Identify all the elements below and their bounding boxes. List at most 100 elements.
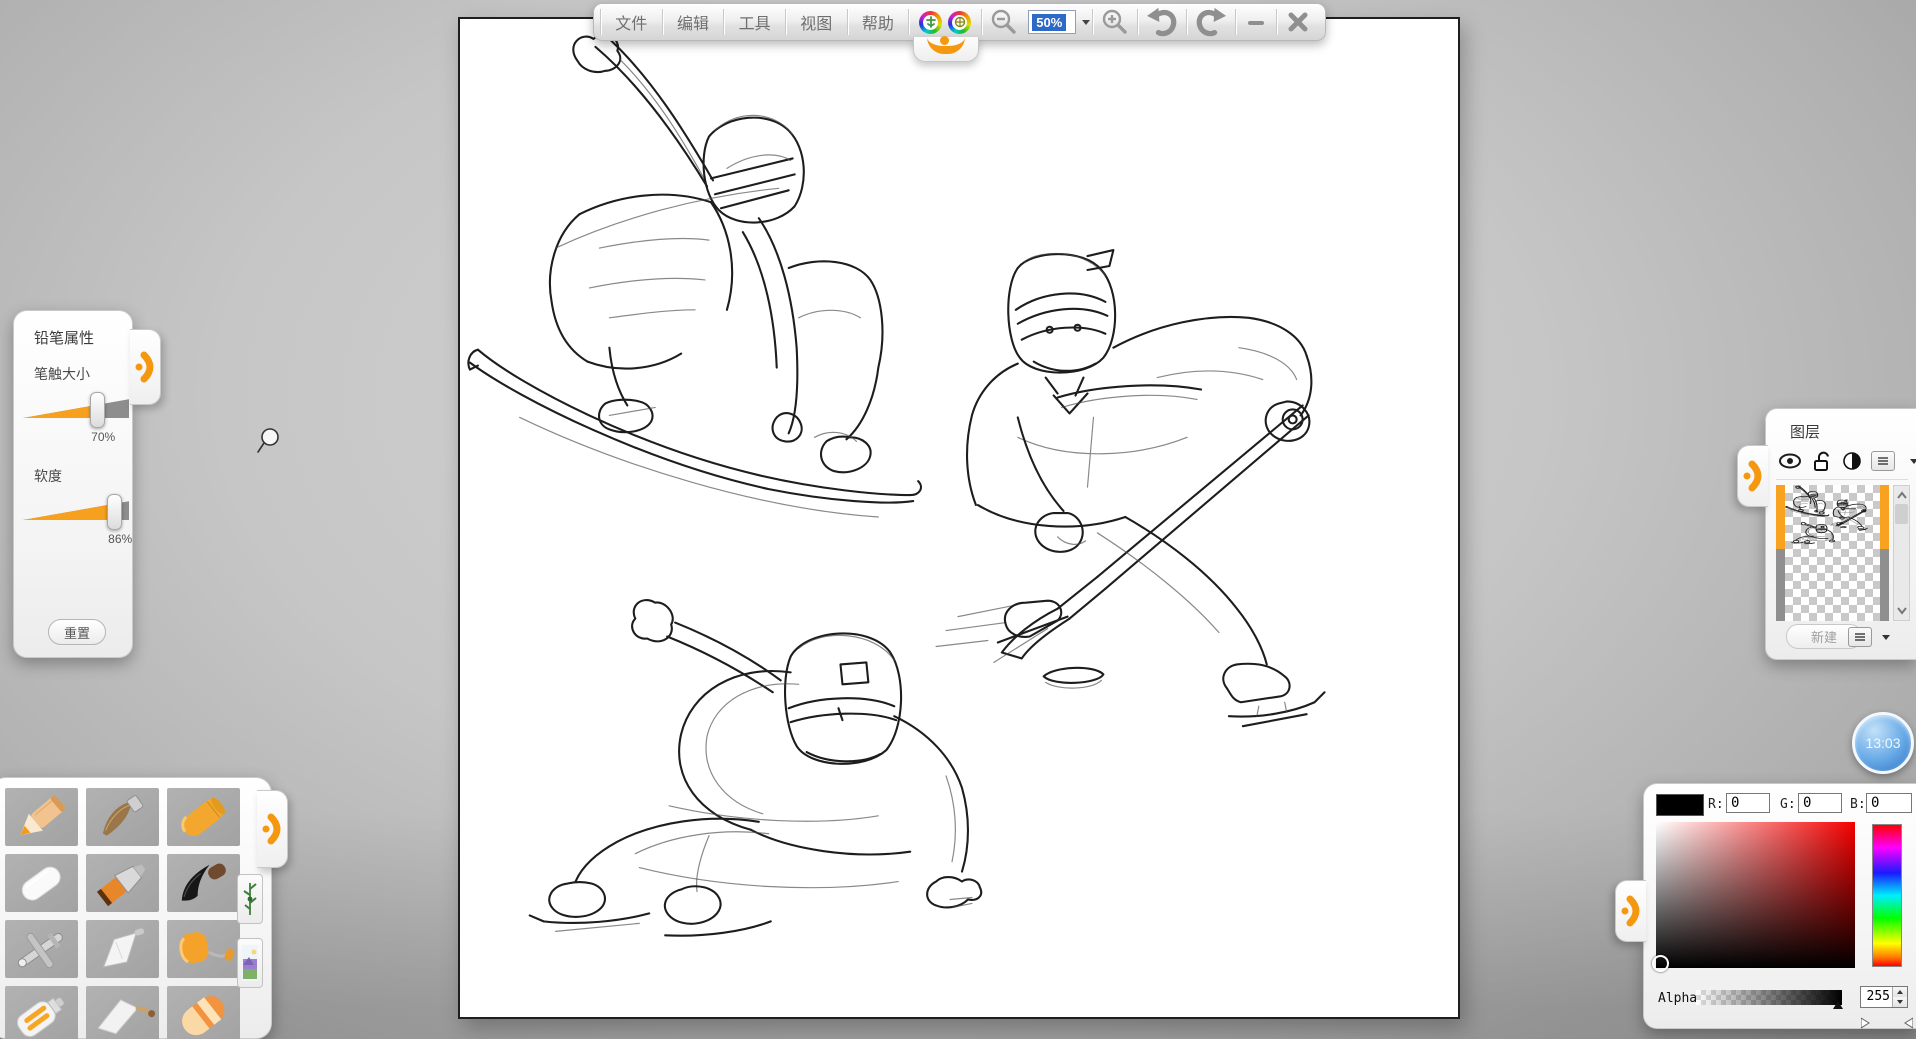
tool-airbrush[interactable] <box>5 920 78 978</box>
alpha-label: Alpha <box>1658 991 1697 1006</box>
minimize-button[interactable] <box>1236 4 1276 40</box>
pointed-brush-icon <box>91 791 155 843</box>
pencil-panel-collapse-handle[interactable] <box>130 329 161 405</box>
zoom-in-button[interactable] <box>1093 4 1137 40</box>
g-input[interactable]: 0 <box>1798 793 1842 813</box>
paint-tube-icon <box>10 989 74 1039</box>
clown-right-eye-icon <box>948 11 971 34</box>
tool-eraser[interactable] <box>167 986 240 1039</box>
palette-collapse-handle[interactable] <box>257 790 288 868</box>
minimize-icon <box>1244 10 1268 34</box>
opacity-half-icon[interactable] <box>1842 451 1862 471</box>
brush-size-slider[interactable]: 70% <box>23 392 129 426</box>
alpha-spinner: 255 <box>1860 986 1908 1008</box>
menu-view[interactable]: 视图 <box>786 10 847 34</box>
layer-item-empty[interactable] <box>1776 549 1889 621</box>
softness-slider-handle[interactable] <box>107 494 122 530</box>
menu-edit[interactable]: 编辑 <box>663 10 724 34</box>
paint-roller-icon <box>172 923 236 975</box>
zoom-level-control: 50% <box>1028 10 1090 34</box>
session-clock: 13:03 <box>1852 712 1914 774</box>
visibility-eye-icon[interactable] <box>1778 452 1802 470</box>
b-input[interactable]: 0 <box>1866 793 1912 813</box>
zoom-out-icon <box>990 8 1018 36</box>
layers-title: 图层 <box>1790 421 1820 442</box>
panel-handle-icon <box>1742 456 1764 496</box>
close-button[interactable] <box>1277 4 1319 40</box>
tool-flat-brush[interactable] <box>86 854 159 912</box>
layer-list-menu-caret[interactable] <box>1882 635 1890 640</box>
main-toolbar: 文件 编辑 工具 视图 帮助 <box>593 3 1326 41</box>
tool-palette-knife[interactable] <box>86 920 159 978</box>
tool-pointed-brush[interactable] <box>86 788 159 846</box>
airbrush-icon <box>10 923 74 975</box>
close-icon <box>1285 9 1311 35</box>
brush-size-slider-handle[interactable] <box>90 392 105 428</box>
menu-lines-icon <box>1854 632 1866 642</box>
alpha-slider[interactable] <box>1696 990 1842 1005</box>
chevron-down-icon <box>1896 607 1908 615</box>
alpha-increment-button[interactable] <box>1893 987 1907 997</box>
hue-marker-left[interactable] <box>1861 1017 1870 1029</box>
chevron-up-icon <box>1896 491 1908 499</box>
plant-brush-button[interactable] <box>237 874 263 924</box>
eraser-icon <box>172 989 236 1039</box>
menu-lines-icon <box>1877 456 1889 466</box>
layers-panel-collapse-handle[interactable] <box>1737 445 1768 507</box>
drawing-canvas[interactable] <box>458 17 1460 1019</box>
menu-tools[interactable]: 工具 <box>724 10 785 34</box>
sv-cursor[interactable] <box>1652 955 1669 972</box>
zoom-out-button[interactable] <box>982 4 1026 40</box>
redo-button[interactable] <box>1187 4 1235 40</box>
tool-grid <box>5 788 240 1039</box>
pencil-icon <box>10 791 74 843</box>
image-stamp-button[interactable] <box>237 938 263 988</box>
tool-crayon[interactable] <box>167 788 240 846</box>
tool-ink-brush[interactable] <box>167 854 240 912</box>
layer-menu-caret[interactable] <box>1910 459 1916 464</box>
alpha-value[interactable]: 255 <box>1861 987 1892 1007</box>
app-logo-clown[interactable] <box>909 4 981 40</box>
hue-marker-right[interactable] <box>1904 1017 1913 1029</box>
scroll-up-button[interactable] <box>1894 486 1909 504</box>
crayon-icon <box>172 791 236 843</box>
layer-scrollbar[interactable] <box>1893 485 1910 621</box>
calligraphy-brush-icon <box>91 989 155 1039</box>
palette-knife-icon <box>91 923 155 975</box>
scroll-down-button[interactable] <box>1894 602 1909 620</box>
menu-help[interactable]: 帮助 <box>848 10 909 34</box>
layer-thumbnail <box>1785 485 1880 549</box>
undo-button[interactable] <box>1138 4 1186 40</box>
tool-palette-panel <box>0 777 272 1039</box>
redo-icon <box>1195 7 1227 37</box>
r-input[interactable]: 0 <box>1726 793 1770 813</box>
softness-slider[interactable]: 86% <box>23 494 129 528</box>
zoom-dropdown-caret[interactable] <box>1082 20 1090 25</box>
reset-button[interactable]: 重置 <box>48 619 106 645</box>
layer-menu-button[interactable] <box>1871 451 1895 471</box>
hue-strip[interactable] <box>1872 824 1902 967</box>
r-label: R: <box>1708 797 1724 812</box>
layer-thumbnail-empty <box>1785 549 1880 621</box>
tool-calligraphy-brush[interactable] <box>86 986 159 1039</box>
menu-file[interactable]: 文件 <box>601 10 662 34</box>
tool-paint-roller[interactable] <box>167 920 240 978</box>
layer-item-active[interactable] <box>1776 485 1889 549</box>
alpha-decrement-button[interactable] <box>1893 997 1907 1007</box>
color-panel-collapse-handle[interactable] <box>1615 880 1646 942</box>
panel-title: 铅笔属性 <box>34 327 124 348</box>
alpha-slider-marker[interactable] <box>1833 1001 1843 1009</box>
lock-open-icon[interactable] <box>1811 451 1833 471</box>
layer-list-menu-button[interactable] <box>1848 627 1872 647</box>
tool-chalk[interactable] <box>5 854 78 912</box>
saturation-value-picker[interactable] <box>1656 822 1855 968</box>
tool-pencil[interactable] <box>5 788 78 846</box>
sketch-drawing <box>460 19 1458 1017</box>
app-screen: 文件 编辑 工具 视图 帮助 <box>0 0 1916 1039</box>
clown-left-eye-icon <box>919 11 942 34</box>
current-color-swatch[interactable] <box>1656 794 1704 816</box>
scrollbar-thumb[interactable] <box>1895 504 1908 524</box>
zoom-level-input[interactable]: 50% <box>1028 10 1076 34</box>
tool-paint-tube[interactable] <box>5 986 78 1039</box>
brush-size-label: 笔触大小 <box>34 364 124 384</box>
